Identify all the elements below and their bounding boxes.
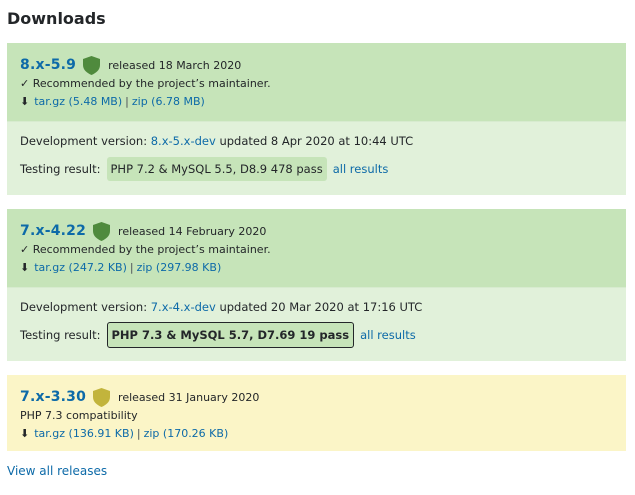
all-results-link[interactable]: all results: [360, 325, 416, 345]
zip-download-link[interactable]: zip (170.26 KB): [144, 427, 229, 440]
separator: |: [136, 427, 141, 440]
dev-version-link[interactable]: 7.x-4.x-dev: [151, 297, 216, 317]
download-icon: ⬇: [20, 95, 30, 108]
testing-label: Testing result:: [20, 328, 101, 342]
all-results-link[interactable]: all results: [333, 159, 389, 179]
security-shield-icon: [93, 387, 111, 407]
security-shield-icon: [93, 221, 111, 241]
release-block-1: 8.x-5.9 released 18 March 2020 ✓ Recomme…: [7, 43, 626, 195]
zip-download-link[interactable]: zip (6.78 MB): [132, 95, 205, 108]
tar-download-link[interactable]: tar.gz (247.2 KB): [34, 261, 127, 274]
release-block-3: 7.x-3.30 released 31 January 2020 PHP 7.…: [7, 375, 626, 451]
testing-result-badge[interactable]: PHP 7.2 & MySQL 5.5, D8.9 478 pass: [106, 157, 327, 181]
release-date: released 14 February 2020: [118, 224, 267, 238]
dev-version-label: Development version:: [20, 134, 148, 148]
release-version-link[interactable]: 7.x-4.22: [20, 223, 86, 239]
separator: |: [125, 95, 129, 108]
dev-version-section: Development version: 7.x-4.x-dev updated…: [7, 287, 626, 361]
testing-result-badge[interactable]: PHP 7.3 & MySQL 5.7, D7.69 19 pass: [106, 322, 355, 348]
download-icon: ⬇: [20, 427, 30, 440]
recommended-note: ✓ Recommended by the project’s maintaine…: [20, 243, 271, 256]
dev-updated: updated 8 Apr 2020 at 10:44 UTC: [219, 134, 414, 148]
download-links: ⬇ tar.gz (136.91 KB) | zip (170.26 KB): [20, 425, 626, 443]
download-links: ⬇ tar.gz (5.48 MB) | zip (6.78 MB): [20, 93, 626, 111]
zip-download-link[interactable]: zip (297.98 KB): [137, 261, 222, 274]
view-all-releases-link[interactable]: View all releases: [7, 464, 107, 478]
release-version-link[interactable]: 7.x-3.30: [20, 389, 86, 405]
dev-version-label: Development version:: [20, 300, 148, 314]
release-date: released 18 March 2020: [108, 58, 242, 72]
release-date: released 31 January 2020: [118, 390, 260, 404]
release-summary: 7.x-3.30 released 31 January 2020 PHP 7.…: [7, 375, 626, 443]
release-version-link[interactable]: 8.x-5.9: [20, 57, 76, 73]
release-summary: 8.x-5.9 released 18 March 2020 ✓ Recomme…: [7, 43, 626, 121]
page-title: Downloads: [7, 9, 106, 28]
download-icon: ⬇: [20, 261, 30, 274]
recommended-note: ✓ Recommended by the project’s maintaine…: [20, 77, 271, 90]
tar-download-link[interactable]: tar.gz (5.48 MB): [34, 95, 122, 108]
download-links: ⬇ tar.gz (247.2 KB) | zip (297.98 KB): [20, 259, 626, 277]
release-note: PHP 7.3 compatibility: [20, 409, 138, 422]
release-summary: 7.x-4.22 released 14 February 2020 ✓ Rec…: [7, 209, 626, 287]
dev-version-link[interactable]: 8.x-5.x-dev: [151, 131, 216, 151]
testing-label: Testing result:: [20, 162, 101, 176]
security-shield-icon: [83, 55, 101, 75]
release-block-2: 7.x-4.22 released 14 February 2020 ✓ Rec…: [7, 209, 626, 361]
dev-updated: updated 20 Mar 2020 at 17:16 UTC: [219, 300, 423, 314]
tar-download-link[interactable]: tar.gz (136.91 KB): [34, 427, 134, 440]
dev-version-section: Development version: 8.x-5.x-dev updated…: [7, 121, 626, 195]
separator: |: [129, 261, 134, 274]
